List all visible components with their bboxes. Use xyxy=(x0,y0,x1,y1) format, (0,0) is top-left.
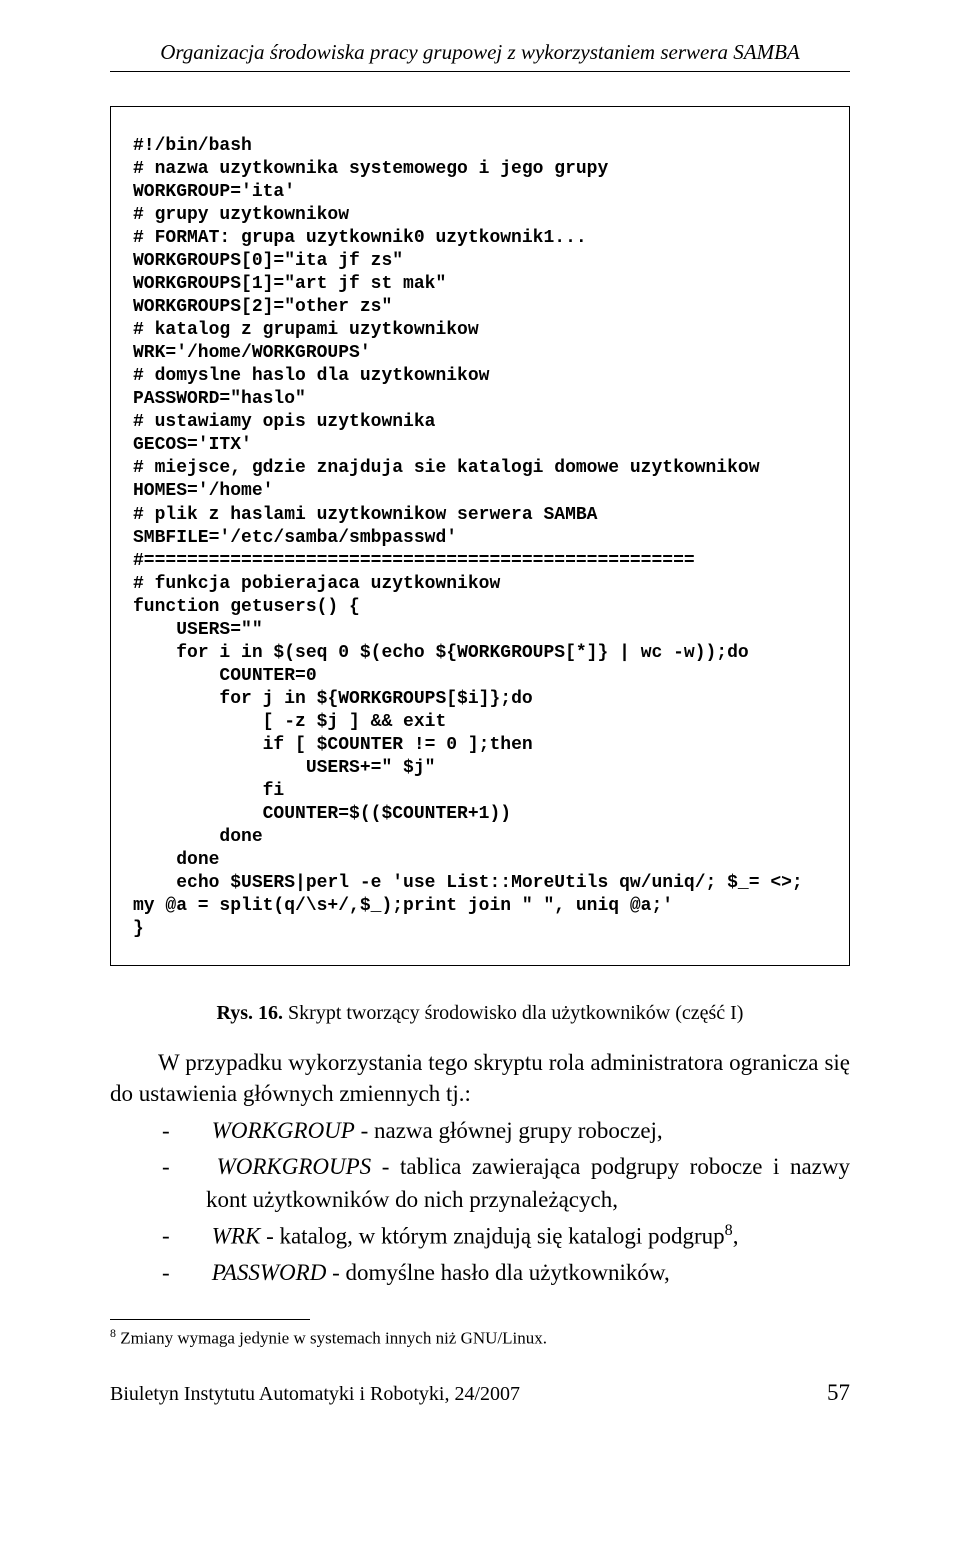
footnote: 8 Zmiany wymaga jedynie w systemach inny… xyxy=(110,1326,850,1350)
running-header: Organizacja środowiska pracy grupowej z … xyxy=(110,40,850,65)
variable-list: WORKGROUP - nazwa głównej grupy roboczej… xyxy=(110,1115,850,1289)
term-workgroup: WORKGROUP xyxy=(212,1118,355,1143)
intro-paragraph: W przypadku wykorzystania tego skryptu r… xyxy=(110,1047,850,1109)
list-item: WORKGROUP - nazwa głównej grupy roboczej… xyxy=(110,1115,850,1147)
code-listing: #!/bin/bash # nazwa uzytkownika systemow… xyxy=(110,106,850,966)
figure-caption: Rys. 16. Skrypt tworzący środowisko dla … xyxy=(110,1002,850,1025)
figure-label: Rys. 16. xyxy=(217,1002,284,1024)
figure-caption-text: Skrypt tworzący środowisko dla użytkowni… xyxy=(288,1002,743,1024)
journal-info: Biuletyn Instytutu Automatyki i Robotyki… xyxy=(110,1383,520,1406)
list-item-rest-before: - katalog, w którym znajdują się katalog… xyxy=(260,1223,724,1248)
list-item-rest: - nazwa głównej grupy roboczej, xyxy=(355,1118,663,1143)
footnote-rule xyxy=(110,1319,310,1320)
list-item: PASSWORD - domyślne hasło dla użytkownik… xyxy=(110,1257,850,1289)
footnote-text: Zmiany wymaga jedynie w systemach innych… xyxy=(116,1328,547,1347)
list-item-rest: - domyślne hasło dla użytkowników, xyxy=(326,1260,669,1285)
term-password: PASSWORD xyxy=(212,1260,327,1285)
header-rule xyxy=(110,71,850,72)
page: Organizacja środowiska pracy grupowej z … xyxy=(0,0,960,1542)
page-footer: Biuletyn Instytutu Automatyki i Robotyki… xyxy=(110,1380,850,1406)
term-workgroups: WORKGROUPS xyxy=(217,1154,372,1179)
footnote-ref: 8 xyxy=(725,1222,733,1239)
term-wrk: WRK xyxy=(212,1223,261,1248)
list-item: WORKGROUPS - tablica zawierająca podgrup… xyxy=(110,1151,850,1215)
list-item: WRK - katalog, w którym znajdują się kat… xyxy=(110,1220,850,1253)
list-item-rest-after: , xyxy=(733,1223,739,1248)
page-number: 57 xyxy=(827,1380,850,1406)
